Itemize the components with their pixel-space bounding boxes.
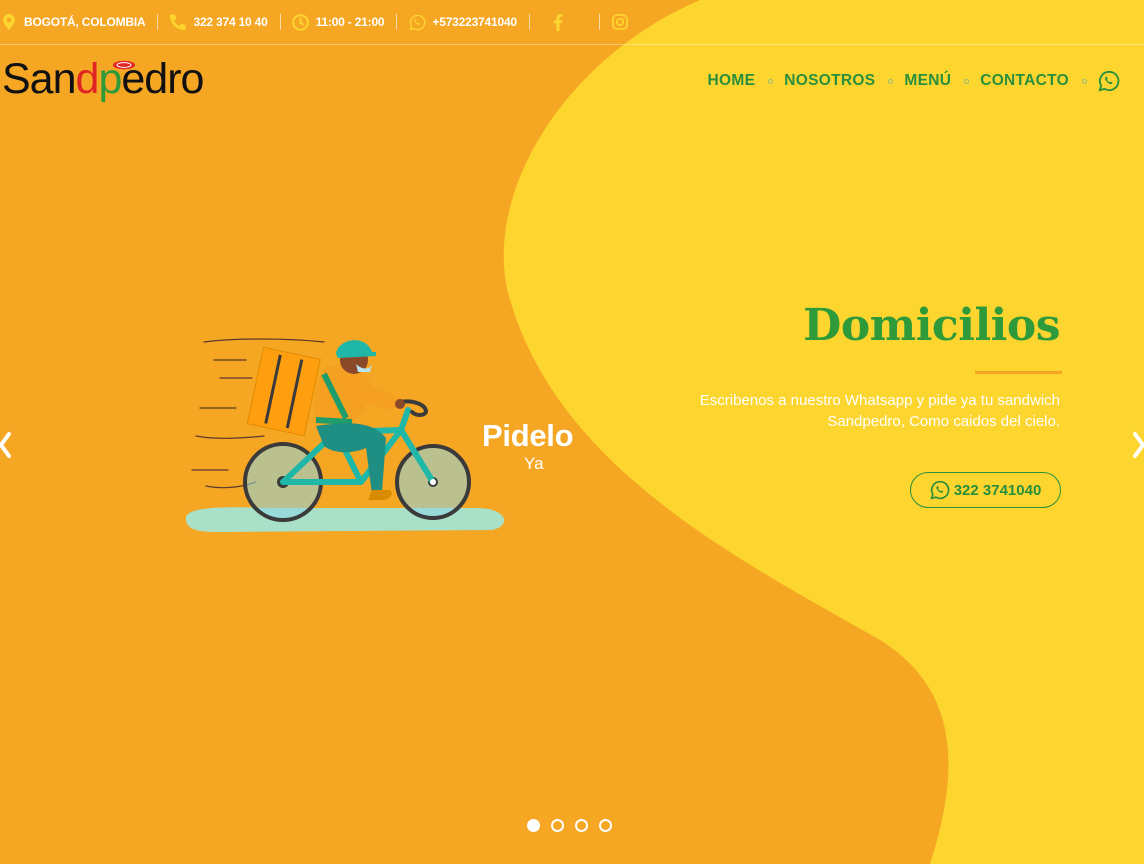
main-nav: HOME NOSOTROS MENÚ CONTACTO [708, 66, 1120, 96]
nav-separator [964, 78, 970, 84]
whatsapp-cta-button[interactable]: 322 3741040 [910, 472, 1061, 508]
whatsapp-text: +573223741040 [432, 15, 517, 29]
hours-text: 11:00 - 21:00 [315, 15, 385, 29]
nav-contacto[interactable]: CONTACTO [980, 66, 1069, 96]
title-underline [975, 371, 1062, 374]
whatsapp-cta-label: 322 3741040 [953, 481, 1042, 499]
nav-separator [768, 78, 774, 84]
location-item: BOGOTÁ, COLOMBIA [0, 0, 157, 45]
slider-dot-4[interactable] [599, 819, 612, 832]
hero-description: Escribenos a nuestro Whatsapp y pide ya … [699, 392, 1060, 430]
whatsapp-item[interactable]: +573223741040 [396, 0, 529, 45]
slider-pagination [527, 819, 612, 832]
phone-icon [169, 13, 187, 31]
nav-menu[interactable]: MENÚ [904, 66, 951, 96]
instagram-link[interactable] [598, 0, 655, 45]
whatsapp-icon [408, 13, 426, 31]
delivery-bike-illustration [186, 338, 505, 532]
top-bar: BOGOTÁ, COLOMBIA 322 374 10 40 11:00 - 2… [0, 0, 1144, 45]
nav-whatsapp[interactable] [1098, 66, 1120, 96]
phone-item[interactable]: 322 374 10 40 [157, 0, 279, 45]
slider-next-arrow[interactable] [1132, 430, 1144, 460]
nav-nosotros[interactable]: NOSOTROS [784, 66, 875, 96]
logo-text-d: d [75, 55, 100, 103]
slider-dot-1[interactable] [527, 819, 540, 832]
facebook-link[interactable] [528, 0, 599, 45]
whatsapp-icon [1098, 70, 1120, 92]
logo-text-san: San [2, 55, 77, 103]
whatsapp-icon [930, 480, 950, 500]
site-logo[interactable]: Sandpedro [2, 50, 204, 108]
hours-item: 11:00 - 21:00 [279, 0, 397, 45]
nav-home[interactable]: HOME [708, 66, 756, 96]
instagram-icon [611, 13, 629, 31]
nav-separator [888, 78, 894, 84]
slider-dot-2[interactable] [551, 819, 564, 832]
facebook-icon [549, 13, 567, 31]
illustration-subtitle: Ya [524, 454, 544, 473]
map-pin-icon [0, 13, 18, 31]
logo-disc-icon [113, 60, 135, 70]
location-text: BOGOTÁ, COLOMBIA [24, 15, 146, 29]
phone-text: 322 374 10 40 [193, 15, 268, 29]
illustration-title: Pidelo [482, 418, 574, 453]
hero-title: Domicilios [803, 300, 1060, 351]
slider-prev-arrow[interactable] [0, 430, 12, 460]
nav-separator [1082, 78, 1087, 84]
clock-icon [292, 13, 310, 31]
slider-dot-3[interactable] [575, 819, 588, 832]
